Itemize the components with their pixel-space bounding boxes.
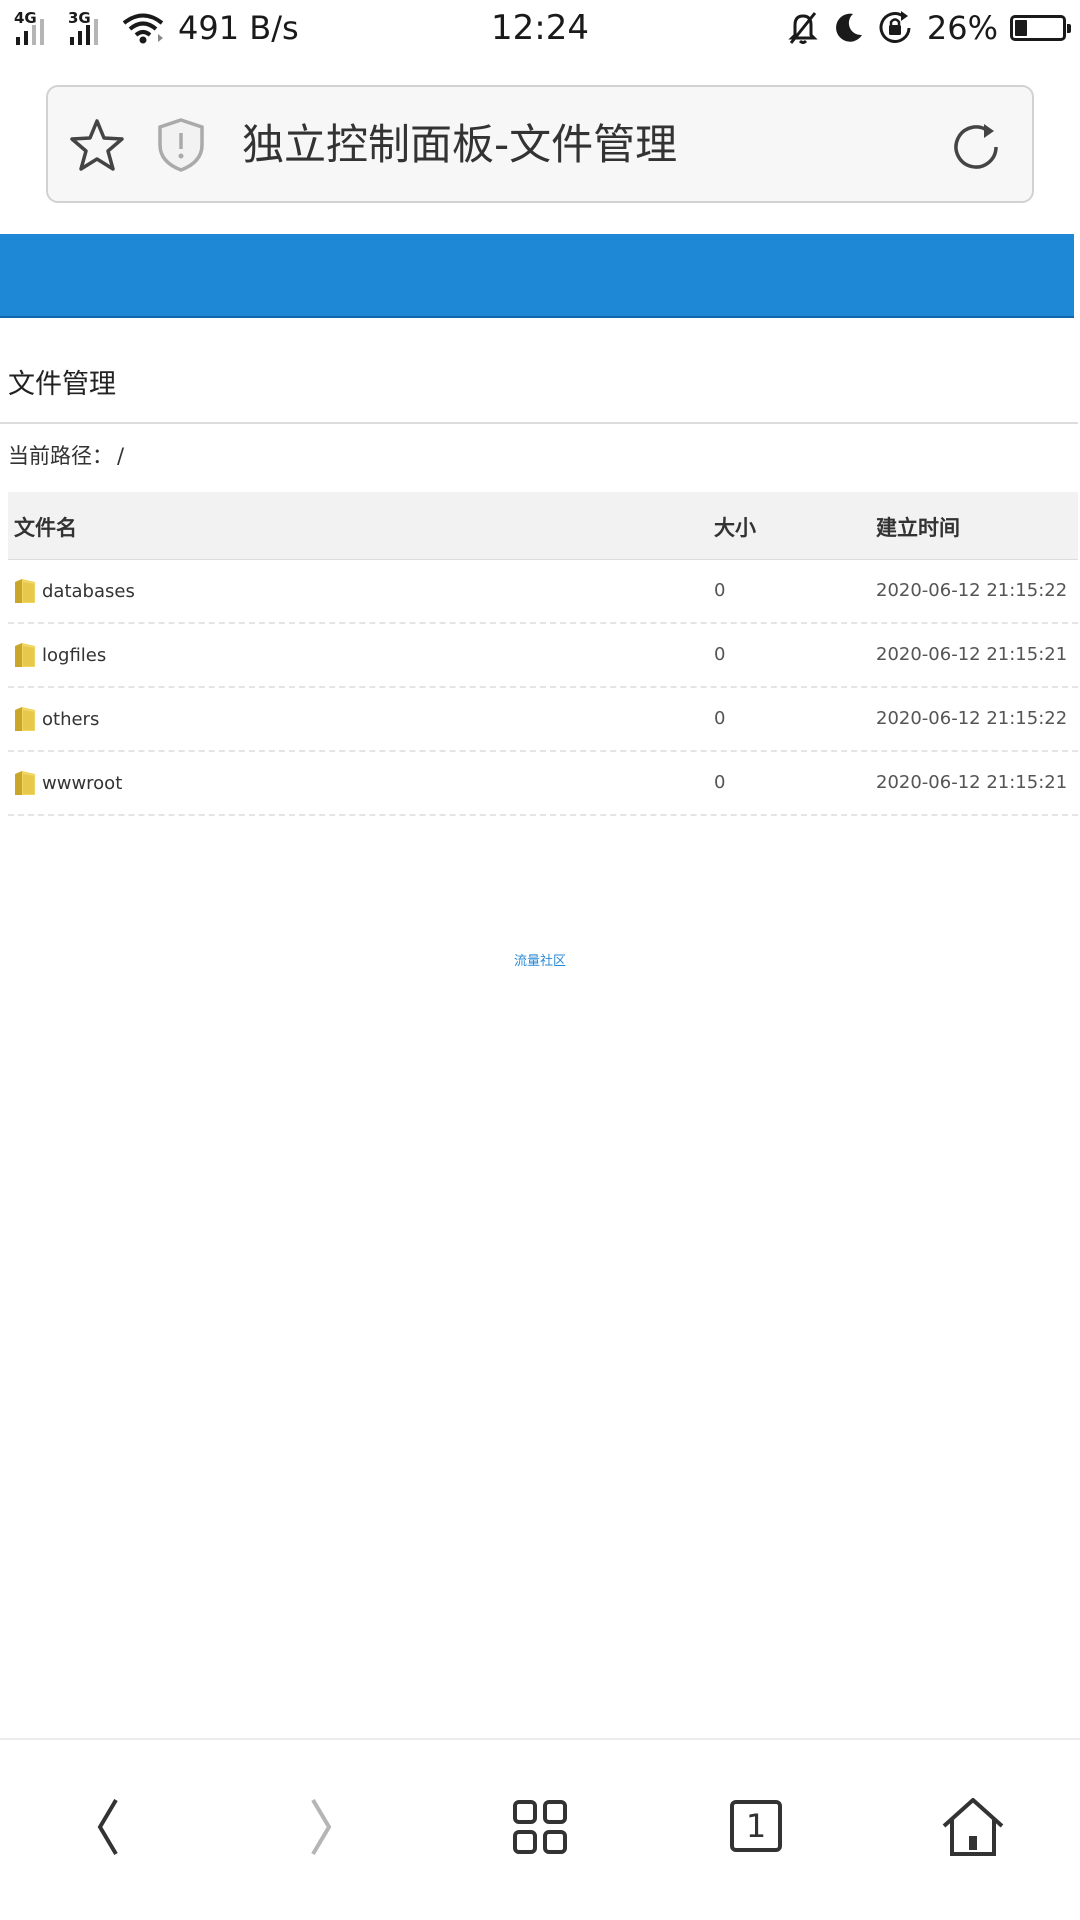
file-name-cell[interactable]: wwwroot — [14, 770, 122, 796]
rotation-lock-icon — [879, 11, 911, 43]
reload-icon[interactable] — [948, 119, 1004, 175]
current-path: 当前路径： / — [8, 440, 124, 470]
menu-grid-icon[interactable] — [505, 1792, 575, 1862]
file-size: 0 — [714, 708, 726, 729]
status-bar: 4G 3G 491 B/s 12:24 26% — [0, 0, 1080, 56]
table-row[interactable]: others 0 2020-06-12 21:15:22 — [8, 688, 1078, 752]
table-row[interactable]: logfiles 0 2020-06-12 21:15:21 — [8, 624, 1078, 688]
browser-page-title[interactable]: 独立控制面板-文件管理 — [242, 115, 677, 175]
file-name[interactable]: others — [42, 709, 99, 730]
folder-icon — [15, 707, 35, 731]
footer-link-text[interactable]: 流量社区 — [514, 954, 566, 969]
current-path-label: 当前路径： — [8, 444, 113, 468]
tabs-icon[interactable]: 1 — [722, 1792, 792, 1862]
table-row[interactable]: databases 0 2020-06-12 21:15:22 — [8, 560, 1078, 624]
table-row[interactable]: wwwroot 0 2020-06-12 21:15:21 — [8, 752, 1078, 816]
address-bar[interactable]: 独立控制面板-文件管理 — [46, 85, 1034, 203]
shield-icon[interactable] — [156, 117, 206, 173]
header-time: 建立时间 — [876, 516, 960, 540]
file-name-cell[interactable]: databases — [14, 578, 135, 604]
folder-icon — [15, 643, 35, 667]
home-icon[interactable] — [938, 1792, 1008, 1862]
file-size: 0 — [714, 580, 726, 601]
file-created-time: 2020-06-12 21:15:22 — [876, 580, 1068, 601]
folder-icon — [15, 579, 35, 603]
status-right: 26% — [787, 8, 1071, 48]
forward-icon[interactable] — [287, 1792, 357, 1862]
file-created-time: 2020-06-12 21:15:22 — [876, 708, 1068, 729]
back-icon[interactable] — [72, 1792, 142, 1862]
divider — [0, 422, 1078, 424]
screen: 4G 3G 491 B/s 12:24 26% 独立控制面板-文件管理 文件管理… — [0, 0, 1080, 1920]
file-size: 0 — [714, 644, 726, 665]
header-size: 大小 — [714, 516, 756, 540]
star-icon[interactable] — [68, 117, 126, 175]
file-created-time: 2020-06-12 21:15:21 — [876, 772, 1068, 793]
battery-percent: 26% — [926, 9, 998, 47]
file-name-cell[interactable]: logfiles — [14, 642, 106, 668]
file-size: 0 — [714, 772, 726, 793]
file-name[interactable]: databases — [42, 581, 135, 602]
folder-icon — [15, 771, 35, 795]
footer-link[interactable]: 流量社区 — [0, 950, 1080, 969]
header-name: 文件名 — [14, 516, 77, 540]
table-header: 文件名 大小 建立时间 — [8, 492, 1078, 560]
moon-icon — [835, 13, 862, 42]
battery-icon — [1010, 15, 1071, 41]
file-name[interactable]: logfiles — [42, 645, 106, 666]
tab-count[interactable]: 1 — [730, 1800, 782, 1852]
file-table: 文件名 大小 建立时间 databases 0 2020-06-12 21:15… — [8, 492, 1078, 816]
browser-bottom-nav: 1 — [0, 1738, 1080, 1920]
file-name[interactable]: wwwroot — [42, 773, 122, 794]
page-title: 文件管理 — [8, 369, 116, 400]
file-name-cell[interactable]: others — [14, 706, 99, 732]
file-created-time: 2020-06-12 21:15:21 — [876, 644, 1068, 665]
battery-level — [1015, 20, 1027, 36]
current-path-value: / — [117, 444, 125, 468]
mute-icon — [788, 12, 818, 44]
site-header-bar — [0, 234, 1074, 318]
